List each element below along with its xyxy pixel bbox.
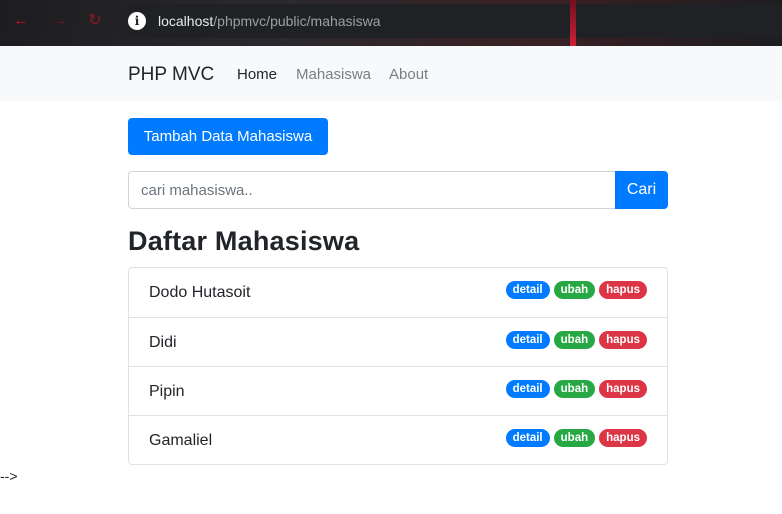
edit-badge[interactable]: ubah — [553, 380, 596, 398]
search-group: Cari — [128, 171, 668, 209]
decorative-accent — [570, 0, 576, 46]
navbar-brand[interactable]: PHP MVC — [128, 64, 214, 86]
edit-badge[interactable]: ubah — [553, 331, 596, 349]
detail-badge[interactable]: detail — [505, 331, 550, 349]
reload-icon[interactable]: ↻ — [86, 12, 104, 30]
nav-link-home[interactable]: Home — [237, 66, 277, 83]
delete-badge[interactable]: hapus — [599, 331, 647, 349]
back-arrow-icon[interactable]: ← — [12, 12, 30, 30]
address-bar[interactable]: i localhost/phpmvc/public/mahasiswa — [118, 4, 782, 38]
student-name: Dodo Hutasoit — [149, 284, 251, 301]
student-name: Gamaliel — [149, 432, 213, 449]
student-list: Dodo Hutasoit detail ubah hapus Didi det… — [128, 267, 668, 465]
stray-comment-text: --> — [0, 468, 18, 484]
student-name: Pipin — [149, 383, 185, 400]
search-button[interactable]: Cari — [615, 171, 668, 209]
search-input[interactable] — [128, 171, 615, 209]
delete-badge[interactable]: hapus — [599, 281, 647, 299]
page-title: Daftar Mahasiswa — [128, 226, 360, 256]
info-icon[interactable]: i — [128, 12, 146, 30]
list-item: Gamaliel detail ubah hapus — [129, 415, 667, 464]
student-name: Didi — [149, 334, 177, 351]
list-item: Didi detail ubah hapus — [129, 317, 667, 366]
nav-link-mahasiswa[interactable]: Mahasiswa — [296, 66, 371, 83]
nav-link-about[interactable]: About — [389, 66, 428, 83]
delete-badge[interactable]: hapus — [599, 380, 647, 398]
detail-badge[interactable]: detail — [505, 429, 550, 447]
detail-badge[interactable]: detail — [505, 281, 550, 299]
edit-badge[interactable]: ubah — [553, 281, 596, 299]
browser-toolbar: ← → ↻ i localhost/phpmvc/public/mahasisw… — [0, 0, 782, 46]
edit-badge[interactable]: ubah — [553, 429, 596, 447]
navbar: PHP MVC Home Mahasiswa About — [0, 46, 782, 101]
action-badges: detail ubah hapus — [505, 331, 647, 349]
action-badges: detail ubah hapus — [505, 429, 647, 447]
url-host: localhost — [158, 13, 214, 29]
forward-arrow-icon[interactable]: → — [50, 12, 68, 30]
add-student-button[interactable]: Tambah Data Mahasiswa — [128, 118, 328, 155]
url-text[interactable]: localhost/phpmvc/public/mahasiswa — [158, 13, 381, 29]
detail-badge[interactable]: detail — [505, 380, 550, 398]
list-item: Pipin detail ubah hapus — [129, 366, 667, 415]
list-item: Dodo Hutasoit detail ubah hapus — [129, 268, 667, 317]
delete-badge[interactable]: hapus — [599, 429, 647, 447]
action-badges: detail ubah hapus — [505, 380, 647, 398]
action-badges: detail ubah hapus — [505, 281, 647, 299]
url-path: /phpmvc/public/mahasiswa — [213, 13, 381, 29]
